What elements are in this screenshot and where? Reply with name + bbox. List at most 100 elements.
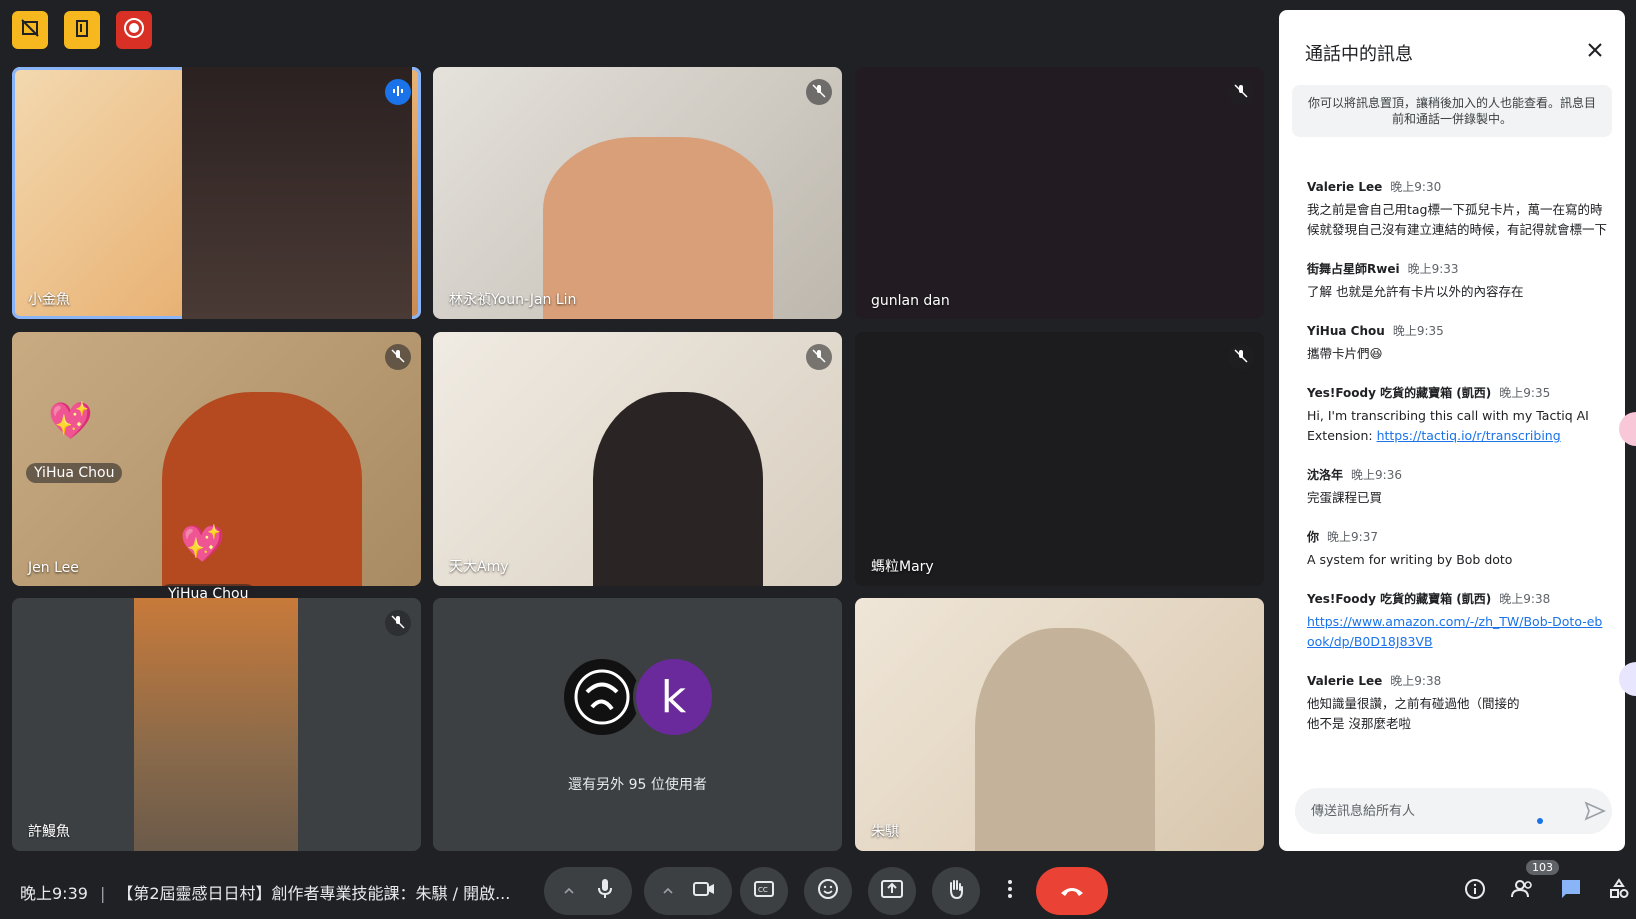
chat-message: YiHua Chou 晚上9:35 攜帶卡片們😆 <box>1307 322 1607 364</box>
audio-wave-icon <box>391 83 405 102</box>
mic-muted-indicator <box>1228 79 1254 105</box>
message-time: 晚上9:35 <box>1392 324 1444 338</box>
heart-reaction-icon: 💖 <box>180 524 225 565</box>
captions-icon: CC <box>754 881 774 901</box>
video-tile[interactable]: 小金魚 <box>12 67 421 319</box>
host-controls-indicator[interactable] <box>64 11 100 49</box>
video-tile[interactable]: 天大Amy <box>433 332 842 586</box>
message-sender: Yes!Foody 吃貨的藏寶箱 (凱西) <box>1307 592 1492 606</box>
chat-message-input[interactable] <box>1295 788 1612 834</box>
video-off-icon <box>20 18 40 42</box>
separator: | <box>99 884 106 903</box>
no-video-indicator[interactable] <box>12 11 48 49</box>
people-icon <box>1511 879 1535 903</box>
send-icon <box>1584 801 1606 826</box>
microphone-icon[interactable] <box>596 878 614 904</box>
participant-video <box>593 392 763 586</box>
mic-off-icon <box>812 348 826 367</box>
camera-icon[interactable] <box>692 881 715 901</box>
others-count-label: 還有另外 95 位使用者 <box>568 777 707 793</box>
current-time: 晚上9:39 <box>20 884 88 903</box>
mic-muted-indicator <box>385 610 411 636</box>
video-tile[interactable]: 許鰻魚 <box>12 598 421 851</box>
more-vert-icon <box>1007 879 1013 903</box>
building-icon <box>72 18 92 42</box>
mic-muted-indicator <box>806 79 832 105</box>
chat-message: 你晚上9:37 A system for writing by Bob doto <box>1307 528 1607 570</box>
chat-message: 街舞占星師Rwei 晚上9:33 了解 也就是允許有卡片以外的內容存在 <box>1307 260 1607 302</box>
message-body: 我之前是會自己用tag標一下孤兒卡片，萬一在寫的時候就發現自己沒有建立連結的時候… <box>1307 202 1608 237</box>
mic-muted-indicator <box>385 344 411 370</box>
mic-off-icon <box>391 614 405 633</box>
participant-video <box>975 628 1155 851</box>
participant-name: 螞粒Mary <box>871 559 934 575</box>
mic-off-icon <box>1234 83 1248 102</box>
chevron-up-icon[interactable] <box>662 882 674 901</box>
participant-name: gunlan dan <box>871 293 950 309</box>
message-body: 了解 也就是允許有卡片以外的內容存在 <box>1307 284 1524 299</box>
svg-text:CC: CC <box>758 886 768 894</box>
message-link[interactable]: https://tactiq.io/r/transcribing <box>1377 428 1561 443</box>
send-message-button[interactable] <box>1584 800 1606 822</box>
message-time: 晚上9:38 <box>1499 592 1551 606</box>
others-tile[interactable]: k 還有另外 95 位使用者 <box>433 598 842 851</box>
message-time: 晚上9:38 <box>1390 674 1442 688</box>
message-sender: YiHua Chou <box>1307 324 1385 338</box>
chat-title: 通話中的訊息 <box>1305 44 1413 65</box>
shapes-icon <box>1608 878 1630 904</box>
avatar <box>560 656 643 738</box>
message-sender: Valerie Lee <box>1307 180 1383 194</box>
message-sender: 你 <box>1307 530 1320 544</box>
participant-name: 許鰻魚 <box>28 824 70 840</box>
present-screen-button[interactable] <box>868 867 916 915</box>
video-tile[interactable]: 螞粒Mary <box>855 332 1264 586</box>
captions-button[interactable]: CC <box>740 867 788 915</box>
record-icon <box>123 17 145 43</box>
participant-name: 朱騏 <box>871 824 899 840</box>
chat-icon <box>1560 878 1582 904</box>
camera-control[interactable] <box>644 867 732 915</box>
message-time: 晚上9:30 <box>1390 180 1442 194</box>
meeting-details-button[interactable] <box>1460 876 1490 906</box>
chat-message: 沈洛年 晚上9:36 完蛋課程已買 <box>1307 466 1607 508</box>
participant-name: Jen Lee <box>28 560 79 576</box>
mic-off-icon <box>391 348 405 367</box>
participant-count-badge: 103 <box>1526 860 1559 875</box>
message-time: 晚上9:37 <box>1327 530 1378 544</box>
chat-message: Yes!Foody 吃貨的藏寶箱 (凱西) 晚上9:38 https://www.… <box>1307 590 1607 652</box>
more-options-button[interactable] <box>996 867 1024 915</box>
leave-call-button[interactable] <box>1036 867 1108 915</box>
recording-indicator[interactable] <box>116 11 152 49</box>
participant-name: 小金魚 <box>28 292 70 308</box>
people-button[interactable] <box>1508 876 1538 906</box>
speaking-indicator <box>385 79 411 105</box>
message-sender: Yes!Foody 吃貨的藏寶箱 (凱西) <box>1307 386 1492 400</box>
message-link[interactable]: https://www.amazon.com/-/zh_TW/Bob-Doto-… <box>1307 614 1602 649</box>
message-time: 晚上9:35 <box>1499 386 1551 400</box>
reactions-button[interactable] <box>804 867 852 915</box>
close-chat-button[interactable] <box>1583 40 1607 64</box>
avatar: k <box>632 656 715 738</box>
message-time: 晚上9:36 <box>1351 468 1402 482</box>
activities-button[interactable] <box>1604 876 1634 906</box>
message-body: 攜帶卡片們😆 <box>1307 346 1383 361</box>
mic-muted-indicator <box>806 344 832 370</box>
video-tile[interactable]: 朱騏 <box>855 598 1264 851</box>
message-list[interactable]: Valerie Lee 晚上9:30 我之前是會自己用tag標一下孤兒卡片，萬一在… <box>1307 178 1607 754</box>
meeting-info: 晚上9:39 | 【第2屆靈感日日村】創作者專業技能課：朱騏 / 開啟... <box>20 880 510 904</box>
participant-name: 林永禎Youn-Jan Lin <box>449 292 577 308</box>
message-body: A system for writing by Bob doto <box>1307 552 1513 567</box>
reaction-sender-label: YiHua Chou <box>26 463 123 483</box>
avatar-group: k <box>433 656 842 738</box>
chat-button[interactable] <box>1556 876 1586 906</box>
meeting-title: 【第2屆靈感日日村】創作者專業技能課：朱騏 / 開啟... <box>117 884 511 903</box>
participant-video <box>134 598 298 851</box>
emoji-icon <box>817 878 839 904</box>
microphone-control[interactable] <box>544 867 632 915</box>
message-time: 晚上9:33 <box>1407 262 1459 276</box>
chevron-up-icon[interactable] <box>563 882 575 901</box>
raise-hand-button[interactable] <box>932 867 980 915</box>
message-sender: Valerie Lee <box>1307 674 1383 688</box>
video-tile[interactable]: 林永禎Youn-Jan Lin <box>433 67 842 319</box>
video-tile[interactable]: gunlan dan <box>855 67 1264 319</box>
